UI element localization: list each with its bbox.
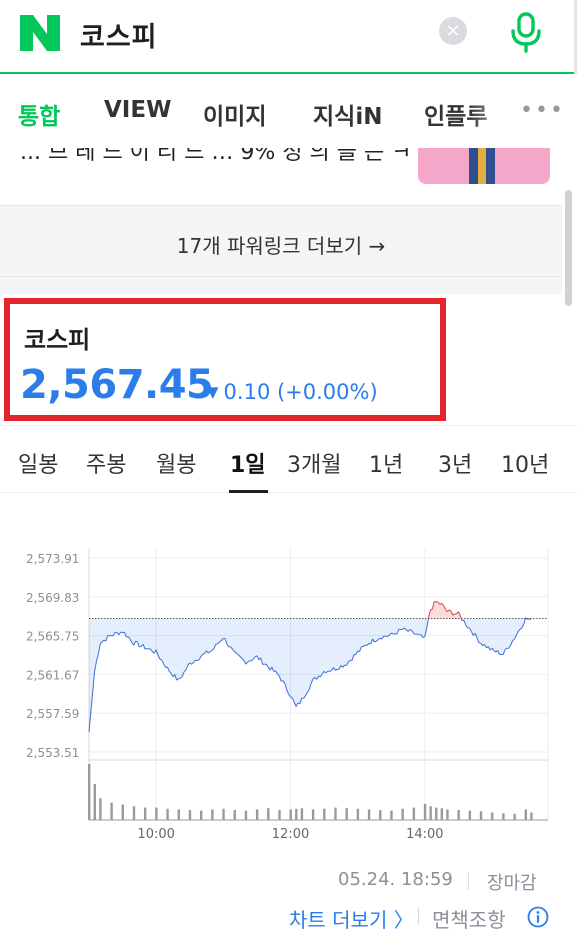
x-tick-label: 10:00	[137, 827, 174, 842]
volume-bar	[255, 809, 259, 820]
stock-change: ▼ 0.10 (+0.00%)	[207, 380, 378, 404]
volume-bar	[513, 813, 516, 820]
volume-bar	[311, 809, 315, 820]
tab-integrated[interactable]: 통합	[18, 97, 60, 131]
microphone-icon[interactable]	[508, 10, 544, 54]
volume-bar	[188, 810, 192, 820]
timestamp: 05.24. 18:59	[338, 869, 453, 890]
volume-bar	[132, 806, 136, 820]
volume-bar	[345, 808, 348, 820]
tab-3months[interactable]: 3개월	[287, 447, 341, 479]
volume-bar	[446, 809, 449, 820]
disclaimer-link[interactable]: 면책조항	[432, 904, 506, 933]
ad-text: ... 브 레 드 이 리 드 … 9% 정 의 을 는 ㅋ ...	[20, 148, 440, 165]
volume-bar	[502, 813, 505, 820]
volume-bar	[440, 808, 444, 820]
volume-bar	[423, 803, 427, 820]
tab-daily-candle[interactable]: 일봉	[18, 447, 58, 479]
volume-bar	[479, 811, 483, 820]
y-tick-label: 2,561.67	[26, 668, 79, 682]
ad-thumbnail[interactable]	[418, 148, 550, 184]
tab-knowledge-in[interactable]: 지식iN	[313, 97, 382, 131]
volume-bar	[278, 810, 281, 820]
volume-bar	[334, 807, 337, 820]
volume-bar	[143, 807, 147, 820]
stock-price: 2,567.45	[20, 362, 214, 408]
divider	[468, 872, 469, 890]
stock-change-value: 0.10 (+0.00%)	[223, 380, 378, 404]
naver-logo-icon[interactable]	[20, 15, 60, 51]
volume-bar	[93, 783, 96, 820]
volume-bar	[429, 806, 432, 820]
powerlink-label: 17개 파워링크 더보기 →	[176, 234, 386, 258]
volume-bar	[530, 812, 533, 820]
volume-bar	[457, 810, 460, 820]
volume-bar	[390, 810, 393, 820]
volume-bar	[412, 807, 416, 820]
volume-bar	[367, 809, 371, 820]
volume-bar	[524, 809, 528, 820]
period-tabs: 일봉 주봉 월봉 1일 3개월 1년 3년 10년	[0, 425, 577, 493]
volume-bar	[244, 810, 248, 820]
y-tick-label: 2,553.51	[26, 746, 79, 760]
tab-10years[interactable]: 10년	[501, 447, 549, 479]
volume-bar	[323, 808, 326, 820]
volume-bar	[88, 764, 91, 820]
volume-bar	[300, 808, 304, 820]
close-circle-icon[interactable]: ×	[439, 17, 467, 45]
volume-bar	[468, 810, 472, 820]
scrollbar[interactable]	[565, 190, 572, 306]
volume-bar	[211, 809, 214, 820]
search-input[interactable]: 코스피	[80, 15, 158, 54]
info-icon[interactable]	[527, 906, 549, 928]
divider	[418, 907, 419, 925]
search-tabs: 통합 VIEW 이미지 지식iN 인플루 •••	[0, 74, 577, 148]
y-tick-label: 2,557.59	[26, 707, 79, 721]
down-triangle-icon: ▼	[207, 383, 219, 401]
stock-summary: 코스피 2,567.45 ▼ 0.10 (+0.00%)	[4, 298, 446, 421]
intraday-chart[interactable]: 2,573.91 2,569.83 2,565.75 2,561.67 2,557.59…	[0, 494, 577, 854]
active-tab-indicator	[229, 490, 268, 493]
powerlink-more-button[interactable]: 17개 파워링크 더보기 →	[0, 205, 562, 277]
volume-bar	[99, 798, 102, 820]
volume-bar	[379, 810, 382, 820]
x-tick-label: 14:00	[406, 827, 443, 842]
volume-bar	[199, 810, 203, 820]
tab-3years[interactable]: 3년	[438, 447, 472, 479]
volume-bar	[121, 804, 124, 820]
y-tick-label: 2,573.91	[26, 552, 79, 566]
tab-view[interactable]: VIEW	[104, 97, 171, 123]
y-tick-label: 2,565.75	[26, 630, 79, 644]
ad-item-partial[interactable]: ... 브 레 드 이 리 드 … 9% 정 의 을 는 ㅋ ...	[0, 148, 577, 205]
volume-bar	[233, 810, 236, 820]
volume-bar	[155, 807, 158, 820]
tab-weekly-candle[interactable]: 주봉	[86, 447, 126, 479]
volume-bar	[222, 808, 225, 820]
volume-bar	[110, 802, 113, 820]
area-above-close	[89, 601, 532, 619]
section-divider	[0, 277, 562, 294]
tab-images[interactable]: 이미지	[203, 97, 266, 131]
tab-1year[interactable]: 1년	[369, 447, 403, 479]
search-header: 코스피 ×	[0, 0, 577, 74]
volume-bar	[166, 808, 169, 820]
market-status: 장마감	[487, 873, 537, 894]
tab-fade	[470, 74, 520, 148]
volume-bar	[401, 808, 404, 820]
y-tick-label: 2,569.83	[26, 591, 79, 605]
tab-1day[interactable]: 1일	[230, 447, 266, 479]
stock-name[interactable]: 코스피	[24, 320, 90, 355]
more-chart-link[interactable]: 차트 더보기 〉	[289, 904, 414, 933]
more-dots-icon[interactable]: •••	[520, 98, 565, 123]
volume-bar	[356, 808, 360, 820]
volume-bar	[295, 808, 298, 820]
volume-bar	[491, 812, 494, 820]
volume-bar	[177, 809, 180, 820]
x-tick-label: 12:00	[272, 827, 309, 842]
tab-monthly-candle[interactable]: 월봉	[156, 447, 196, 479]
volume-bar	[267, 808, 270, 820]
volume-bar	[435, 807, 438, 820]
volume-bar	[289, 809, 292, 820]
